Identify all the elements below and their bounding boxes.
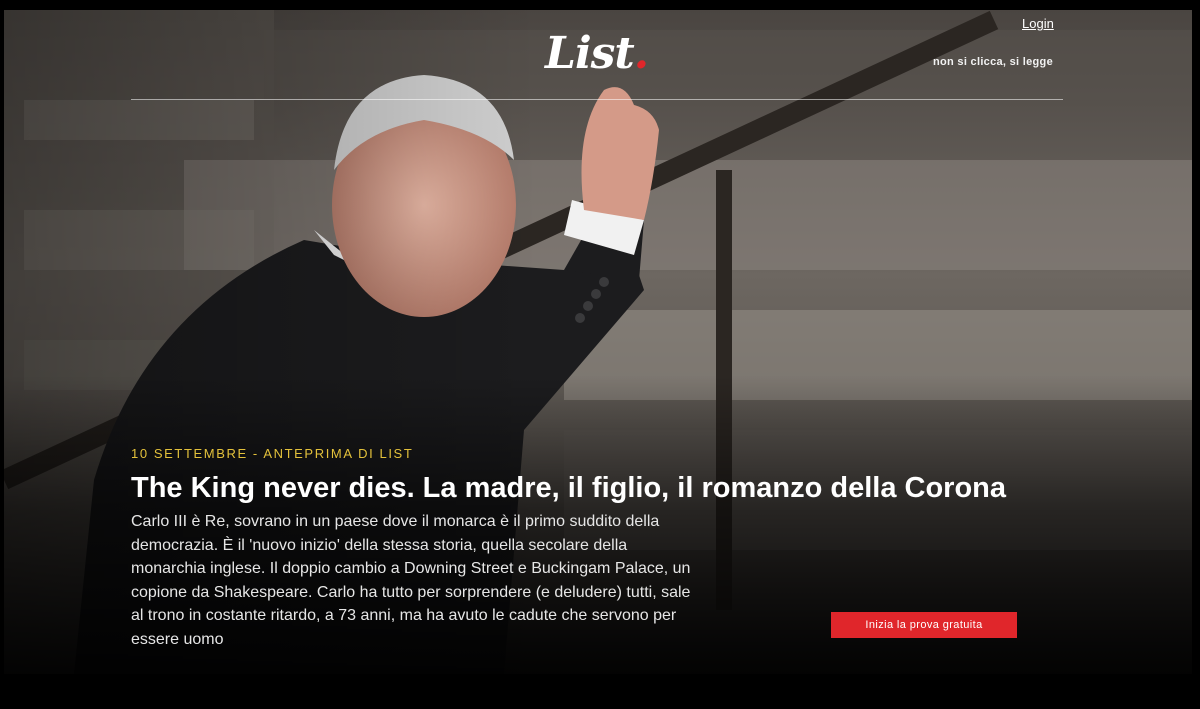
site-logo[interactable]: List. xyxy=(545,28,649,79)
article-headline[interactable]: The King never dies. La madre, il figlio… xyxy=(131,470,1131,506)
logo-text: List xyxy=(545,28,635,79)
logo-dot: . xyxy=(633,28,649,79)
header-divider xyxy=(131,99,1063,100)
article-summary: Carlo III è Re, sovrano in un paese dove… xyxy=(131,513,691,648)
article-kicker: 10 SETTEMBRE - ANTEPRIMA DI LIST xyxy=(131,446,414,461)
login-link[interactable]: Login xyxy=(1022,16,1054,31)
site-tagline: non si clicca, si legge xyxy=(933,56,1053,68)
free-trial-button[interactable]: Inizia la prova gratuita xyxy=(831,612,1017,638)
